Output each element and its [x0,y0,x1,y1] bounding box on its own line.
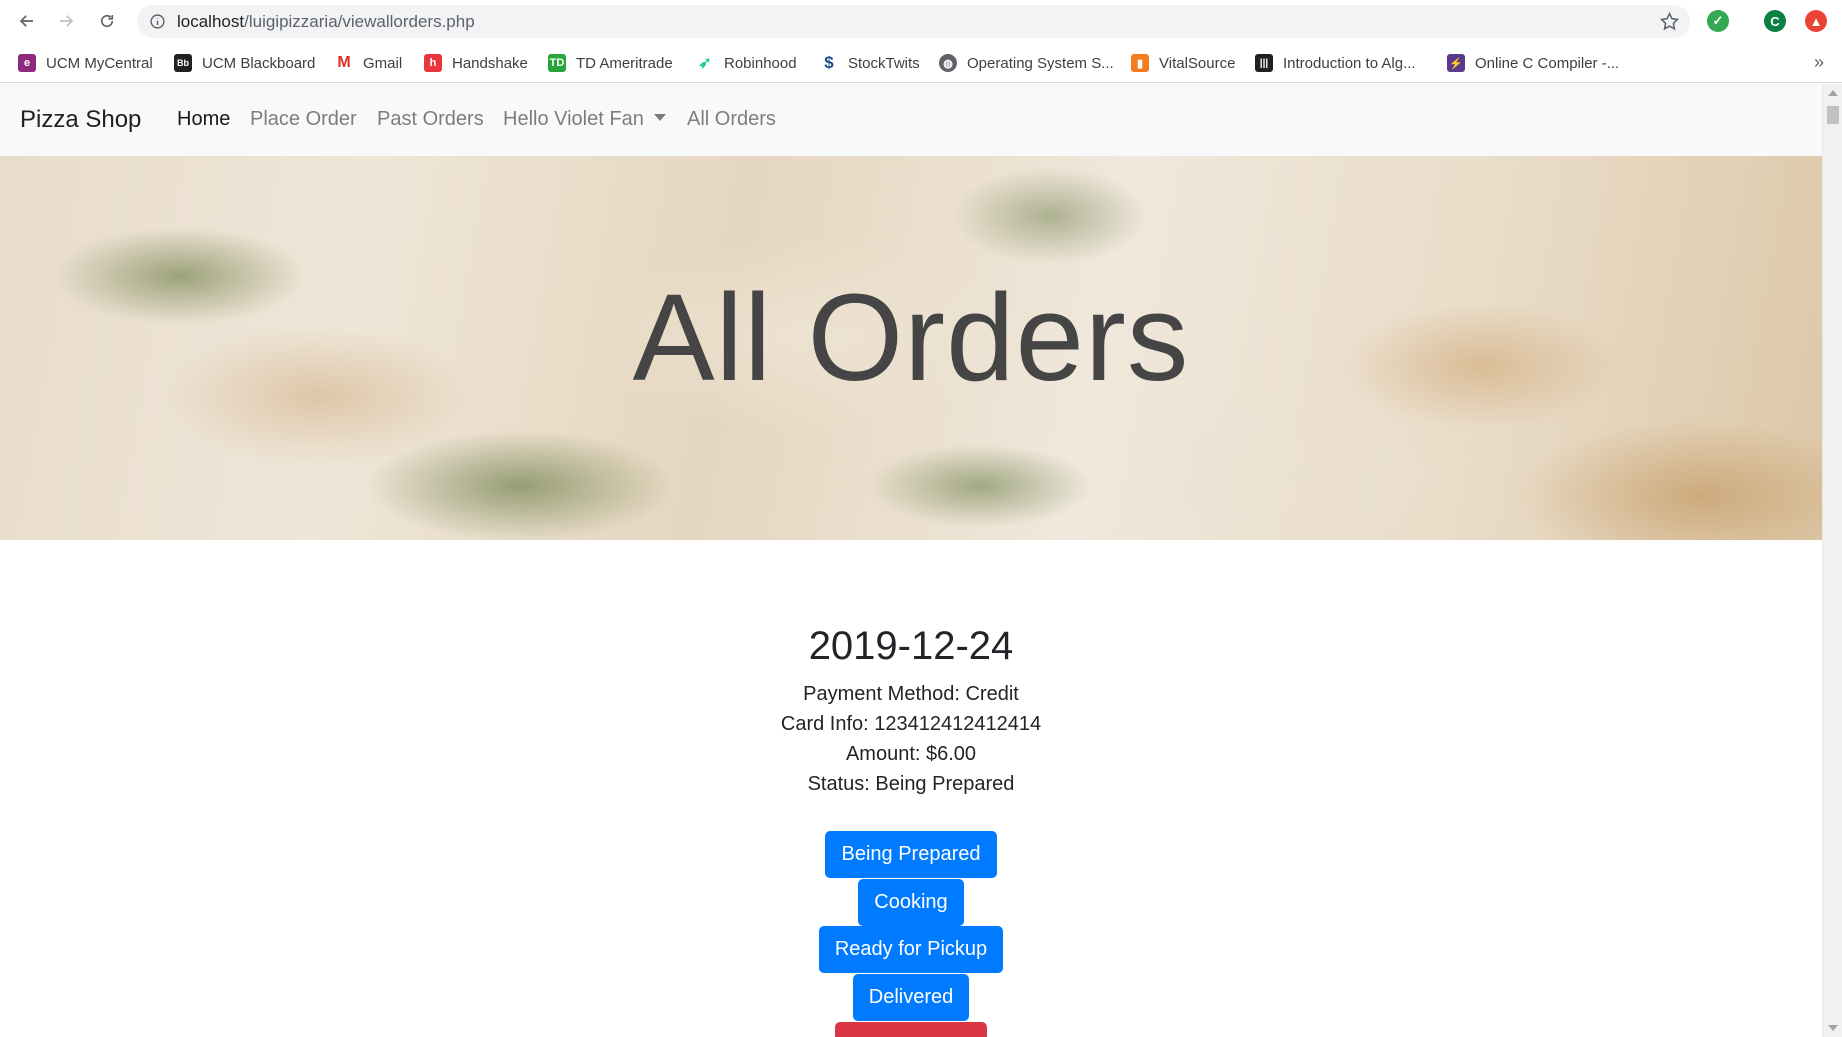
bookmark-operating-system[interactable]: ◍ Operating System S... [939,51,1114,75]
td-ameritrade-icon: TD [548,54,566,72]
delivered-button[interactable]: Delivered [853,974,969,1021]
scroll-down-arrow-icon[interactable] [1828,1025,1838,1031]
cooking-button[interactable]: Cooking [858,879,964,926]
nav-link-all-orders[interactable]: All Orders [687,108,776,131]
vitalsource-icon: ▮ [1131,54,1149,72]
order-payment-method: Payment Method: Credit [803,683,1019,705]
bookmarks-bar: e UCM MyCentral Bb UCM Blackboard M Gmai… [0,43,1842,83]
bookmark-handshake[interactable]: h Handshake [424,51,528,75]
bookmark-introduction-to-algorithms[interactable]: ||| Introduction to Alg... [1255,51,1416,75]
robinhood-icon: ➶ [698,55,712,72]
bookmark-label: UCM MyCentral [46,54,153,72]
delete-button[interactable] [835,1022,987,1037]
url-path: /luigipizzaria/viewallorders.php [244,12,475,31]
bookmark-td-ameritrade[interactable]: TD TD Ameritrade [548,51,673,75]
bookmarks-more-button[interactable]: » [1814,52,1824,73]
scroll-up-arrow-icon[interactable] [1828,90,1838,96]
nav-dropdown-label: Hello Violet Fan [503,108,644,130]
bookmark-label: Operating System S... [967,54,1114,72]
page-viewport: Pizza Shop Home Place Order Past Orders … [0,84,1822,1037]
nav-link-home[interactable]: Home [177,108,230,131]
stocktwits-icon: $ [824,53,834,72]
bookmark-online-c-compiler[interactable]: ⚡ Online C Compiler -... [1447,51,1619,75]
page-title: All Orders [632,270,1190,407]
forward-arrow-icon[interactable] [53,8,79,34]
blackboard-icon: Bb [174,54,192,72]
bookmark-label: Introduction to Alg... [1283,54,1416,72]
bookmark-label: VitalSource [1159,54,1236,72]
order-status: Status: Being Prepared [807,773,1015,795]
extension-check-icon[interactable]: ✓ [1707,10,1729,32]
url-text[interactable]: localhost/luigipizzaria/viewallorders.ph… [177,12,475,32]
back-arrow-icon[interactable] [14,8,40,34]
nav-link-place-order[interactable]: Place Order [250,108,357,131]
bookmark-label: UCM Blackboard [202,54,316,72]
bookmark-label: TD Ameritrade [576,54,673,72]
site-navbar: Pizza Shop Home Place Order Past Orders … [0,84,1822,156]
profile-avatar[interactable]: C [1764,10,1786,32]
barcode-icon: ||| [1255,54,1273,72]
bookmark-label: StockTwits [848,54,920,72]
bookmark-label: Gmail [363,54,403,72]
extension-alert-icon[interactable]: ▲ [1805,10,1827,32]
ucm-mycentral-icon: e [18,54,36,72]
address-bar[interactable]: localhost/luigipizzaria/viewallorders.ph… [137,5,1690,38]
caret-down-icon [653,114,666,121]
gmail-icon: M [337,54,351,71]
handshake-icon: h [424,54,442,72]
order-amount: Amount: $6.00 [845,743,977,765]
bookmark-label: Handshake [452,54,528,72]
browser-toolbar: localhost/luigipizzaria/viewallorders.ph… [0,0,1842,43]
bookmark-robinhood[interactable]: ➶ Robinhood [696,51,797,75]
order-card-info: Card Info: 123412412412414 [780,713,1042,735]
hero-banner: All Orders [0,156,1822,540]
globe-icon: ◍ [939,54,957,72]
navbar-brand[interactable]: Pizza Shop [20,106,141,134]
being-prepared-button[interactable]: Being Prepared [825,831,997,878]
info-icon[interactable] [149,13,166,30]
bookmark-label: Robinhood [724,54,797,72]
bookmark-ucm-mycentral[interactable]: e UCM MyCentral [18,51,153,75]
bookmark-label: Online C Compiler -... [1475,54,1620,72]
bookmark-gmail[interactable]: M Gmail [335,51,402,75]
scrollbar-thumb[interactable] [1827,106,1839,124]
onlinegdb-icon: ⚡ [1447,54,1465,72]
url-host: localhost [177,12,245,31]
nav-link-past-orders[interactable]: Past Orders [377,108,484,131]
bookmark-star-icon[interactable] [1659,11,1680,32]
nav-dropdown-user[interactable]: Hello Violet Fan [503,108,666,131]
bookmark-vitalsource[interactable]: ▮ VitalSource [1131,51,1235,75]
order-date: 2019-12-24 [808,624,1014,668]
reload-icon[interactable] [94,8,120,34]
bookmark-stocktwits[interactable]: $ StockTwits [820,51,920,75]
page-scrollbar[interactable] [1822,84,1842,1037]
bookmark-ucm-blackboard[interactable]: Bb UCM Blackboard [174,51,315,75]
ready-for-pickup-button[interactable]: Ready for Pickup [819,926,1003,973]
